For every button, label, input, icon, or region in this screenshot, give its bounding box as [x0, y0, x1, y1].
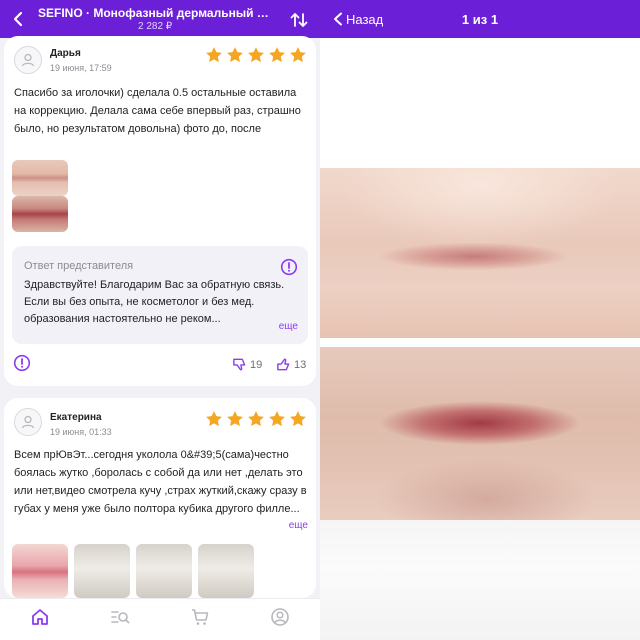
star-icon — [248, 47, 264, 63]
user-icon — [21, 415, 35, 429]
review-date: 19 июня, 17:59 — [50, 63, 112, 73]
review-text: Спасибо за иголочки) сделала 0.5 остальн… — [14, 87, 301, 135]
thumbs-up-icon — [277, 358, 290, 371]
star-icon — [248, 411, 264, 427]
profile-icon[interactable] — [270, 607, 290, 627]
alert-icon[interactable] — [280, 258, 298, 276]
like-count: 13 — [294, 358, 307, 371]
star-icon — [290, 411, 306, 427]
product-price: 2 282 ₽ — [138, 21, 173, 32]
photo-before[interactable] — [320, 168, 640, 338]
review-text-content: Всем прЮвЭт...сегодня уколола 0&#39;5(са… — [14, 449, 307, 515]
top-bar: SEFINO · Монофазный дермальный фи... 2 2… — [0, 0, 320, 38]
thumbs-down-icon — [233, 358, 246, 371]
photo-divider — [320, 338, 640, 347]
dislike-count: 19 — [250, 358, 263, 371]
seller-reply: Ответ представителя Здравствуйте! Благод… — [12, 246, 308, 344]
cart-icon[interactable] — [190, 607, 210, 627]
review-photo[interactable] — [12, 544, 68, 598]
review-date: 19 июня, 01:33 — [50, 427, 112, 437]
viewer-top-bar: Назад 1 из 1 — [320, 0, 640, 38]
reply-text-content: Здравствуйте! Благодарим Вас за обратную… — [24, 279, 285, 325]
product-title: SEFINO · Монофазный дермальный фи... — [38, 6, 278, 20]
review-card: Екатерина 19 июня, 01:33 Всем прЮвЭт...с… — [4, 398, 316, 598]
reviews-screen: SEFINO · Монофазный дермальный фи... 2 2… — [0, 0, 320, 640]
avatar — [14, 408, 42, 436]
user-icon — [21, 53, 35, 67]
star-icon — [206, 47, 222, 63]
review-photo-before[interactable] — [12, 160, 68, 196]
review-text: Всем прЮвЭт...сегодня уколола 0&#39;5(са… — [14, 446, 310, 536]
rating-stars — [204, 45, 308, 65]
avatar — [14, 46, 42, 74]
back-chevron-icon[interactable] — [8, 9, 28, 29]
star-icon — [290, 47, 306, 63]
star-icon — [269, 47, 285, 63]
review-author: Дарья — [50, 48, 81, 59]
blurred-background — [320, 520, 640, 640]
reply-title: Ответ представителя — [24, 260, 134, 272]
dislike-button[interactable]: 19 — [232, 357, 262, 372]
review-photo[interactable] — [198, 544, 254, 598]
review-author: Екатерина — [50, 412, 102, 423]
star-icon — [227, 47, 243, 63]
like-button[interactable]: 13 — [276, 357, 306, 372]
catalog-icon[interactable] — [110, 607, 130, 627]
reply-text: Здравствуйте! Благодарим Вас за обратную… — [24, 277, 296, 328]
reply-more-link[interactable]: еще — [279, 321, 298, 332]
photo-viewer: Назад 1 из 1 — [320, 0, 640, 640]
photo-after[interactable] — [320, 347, 640, 520]
report-icon[interactable] — [13, 354, 31, 372]
review-photo[interactable] — [136, 544, 192, 598]
bottom-nav — [0, 598, 320, 640]
star-icon — [206, 411, 222, 427]
review-photo[interactable] — [74, 544, 130, 598]
review-card: Дарья 19 июня, 17:59 Спасибо за иголочки… — [4, 36, 316, 386]
rating-stars — [204, 409, 308, 429]
star-icon — [227, 411, 243, 427]
review-photo-after[interactable] — [12, 196, 68, 232]
photo-counter: 1 из 1 — [461, 12, 499, 27]
review-more-link[interactable]: еще — [289, 520, 308, 531]
sort-icon[interactable] — [288, 9, 310, 31]
home-icon[interactable] — [30, 607, 50, 627]
star-icon — [269, 411, 285, 427]
